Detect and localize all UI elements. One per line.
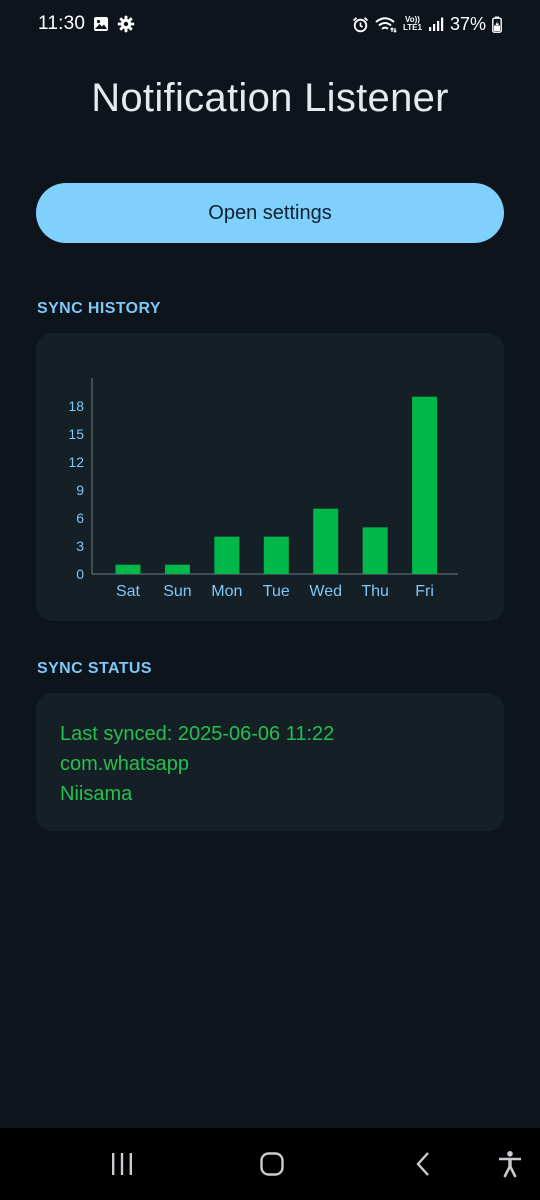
- back-icon: [416, 1152, 429, 1176]
- last-synced-text: Last synced: 2025-06-06 11:22: [60, 723, 335, 745]
- x-tick-label: Sun: [163, 583, 191, 600]
- status-bar-left: 11:30: [38, 13, 135, 35]
- volte-icon: Vo)) LTE1: [403, 16, 422, 32]
- y-tick-label: 15: [68, 426, 84, 442]
- accessibility-button[interactable]: [488, 1128, 532, 1200]
- image-icon: [93, 16, 109, 32]
- battery-percent: 37%: [449, 13, 486, 34]
- bar-mon: [214, 536, 240, 574]
- sync-history-chart: 0 3 6 9 12 15 18 Sat Sun Mon Tue Wed Thu Fri: [68, 378, 458, 600]
- volte-bottom-label: LTE1: [403, 23, 422, 32]
- status-bar: 11:30 Vo)) LTE1 37%: [0, 0, 540, 48]
- bar-fri: [412, 396, 438, 574]
- alarm-icon: [352, 16, 369, 33]
- bar-thu: [362, 527, 388, 574]
- bar-tue: [263, 536, 289, 574]
- accessibility-icon: [499, 1151, 521, 1178]
- y-tick-label: 9: [76, 482, 84, 498]
- x-tick-label: Thu: [361, 583, 389, 600]
- x-tick-label: Sat: [116, 583, 141, 600]
- home-icon: [260, 1152, 284, 1176]
- back-button[interactable]: [398, 1128, 450, 1200]
- open-settings-button[interactable]: Open settings: [36, 183, 504, 243]
- recents-button[interactable]: [96, 1128, 148, 1200]
- bar-wed: [313, 508, 339, 574]
- sync-status-card: Last synced: 2025-06-06 11:22 com.whatsa…: [36, 693, 504, 831]
- bar-sat: [115, 564, 141, 574]
- sync-status-label: SYNC STATUS: [37, 660, 152, 677]
- package-name-text: com.whatsapp: [60, 753, 189, 775]
- bar-sun: [164, 564, 190, 574]
- page-title: Notification Listener: [91, 76, 449, 120]
- x-tick-label: Wed: [309, 583, 342, 600]
- navigation-bar: [0, 1128, 540, 1200]
- battery-icon: [492, 16, 502, 33]
- wifi-icon: [375, 16, 397, 33]
- sync-history-label: SYNC HISTORY: [37, 300, 161, 317]
- y-tick-label: 12: [68, 454, 84, 470]
- recents-icon: [112, 1153, 132, 1175]
- status-time: 11:30: [38, 13, 86, 34]
- y-tick-label: 18: [68, 398, 84, 414]
- x-tick-label: Mon: [211, 583, 242, 600]
- sync-history-card: 0 3 6 9 12 15 18 Sat Sun Mon Tue Wed Thu Fri: [36, 333, 504, 621]
- sender-name-text: Niisama: [60, 783, 133, 805]
- status-bar-right: Vo)) LTE1 37%: [352, 14, 502, 35]
- y-tick-label: 0: [76, 566, 84, 582]
- signal-icon: [428, 16, 444, 32]
- x-tick-label: Tue: [263, 583, 290, 600]
- settings-gear-icon: [117, 15, 135, 33]
- y-tick-label: 3: [76, 538, 84, 554]
- home-button[interactable]: [246, 1128, 298, 1200]
- x-tick-label: Fri: [415, 583, 434, 600]
- y-tick-label: 6: [76, 510, 84, 526]
